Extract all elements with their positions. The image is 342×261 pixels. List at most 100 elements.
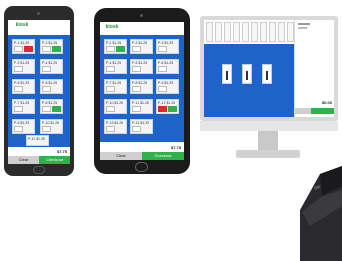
category-card[interactable] [215, 22, 222, 42]
remove-button[interactable] [24, 46, 33, 52]
product-tile[interactable]: P-1 $1.25 [104, 39, 127, 54]
add-button[interactable] [52, 46, 61, 52]
product-tile[interactable]: P-4 $1.25 [104, 59, 127, 74]
phone-home-button [33, 166, 45, 174]
receipt-printer [300, 166, 342, 261]
product-tile[interactable]: P-13 $1.25 [104, 119, 127, 134]
tablet-camera [140, 14, 143, 17]
quantity-box[interactable] [158, 86, 167, 92]
clear-button[interactable] [295, 108, 311, 114]
phone-camera [37, 12, 40, 15]
remove-button[interactable] [158, 106, 167, 112]
add-button[interactable] [52, 106, 61, 112]
product-tile[interactable]: P-9 $1.25 [156, 79, 179, 94]
product-tile[interactable]: P-2 $1.25 [40, 39, 63, 54]
quantity-box[interactable] [14, 66, 23, 72]
quantity-box[interactable] [14, 86, 23, 92]
monitor-base [236, 150, 300, 158]
product-tile[interactable]: P-14 $1.25 [130, 119, 153, 134]
category-card[interactable] [251, 22, 258, 42]
quantity-box[interactable] [42, 66, 51, 72]
brand-logo: kiosk [105, 24, 119, 30]
category-card[interactable] [206, 22, 213, 42]
product-tile[interactable]: P-8 $1.25 [40, 99, 63, 114]
phone-product-grid: P-1 $1.25 P-2 $1.25 P-3 $1.25 P-4 $1.25 … [8, 35, 70, 147]
category-card[interactable] [260, 22, 267, 42]
phone-device: kiosk P-1 $1.25 P-2 $1.25 P-3 $1.25 P-4 … [4, 6, 74, 176]
checkout-button[interactable]: Checkout [142, 152, 184, 160]
category-card[interactable] [278, 22, 285, 42]
tablet-product-grid: P-1 $1.25 P-2 $1.25 P-3 $1.25 P-4 $1.25 … [100, 35, 184, 142]
category-card[interactable] [269, 22, 276, 42]
category-card[interactable] [242, 22, 249, 42]
order-panel-subtitle [298, 27, 307, 29]
product-tile[interactable]: P-5 $1.25 [12, 79, 35, 94]
quantity-box[interactable] [106, 126, 115, 132]
product-tile[interactable]: P-6 $1.25 [40, 79, 63, 94]
quantity-box[interactable] [106, 106, 115, 112]
add-button[interactable] [116, 46, 125, 52]
tablet-screen: kiosk P-1 $1.25 P-2 $1.25 P-3 $1.25 P-4 … [100, 22, 184, 160]
monitor-chin [200, 121, 338, 131]
tablet-home-button [135, 162, 148, 172]
quantity-box[interactable] [42, 106, 51, 112]
monitor-stand [258, 131, 278, 151]
product-tile[interactable] [242, 64, 252, 84]
checkout-button[interactable]: Checkout [39, 156, 70, 164]
quantity-box[interactable] [14, 46, 23, 52]
add-button[interactable] [168, 106, 177, 112]
product-tile[interactable]: P-11 $1.25 [26, 135, 49, 146]
product-tile[interactable] [262, 64, 272, 84]
checkout-button[interactable] [311, 108, 334, 114]
product-tile[interactable]: P-4 $1.25 [40, 59, 63, 74]
quantity-box[interactable] [14, 106, 23, 112]
quantity-box[interactable] [158, 66, 167, 72]
product-tile[interactable]: P-7 $1.25 [12, 99, 35, 114]
quantity-box[interactable] [132, 46, 141, 52]
order-total: $0.00 [321, 100, 332, 105]
product-tile[interactable]: P-10 $1.25 [104, 99, 127, 114]
desktop-monitor: $0.00 [200, 16, 338, 121]
product-tile[interactable]: P-9 $1.25 [12, 119, 35, 134]
clear-button[interactable]: Clear [8, 156, 39, 164]
tablet-header: kiosk [100, 22, 184, 35]
product-tile[interactable]: P-7 $1.25 [104, 79, 127, 94]
quantity-box[interactable] [132, 66, 141, 72]
quantity-box[interactable] [158, 46, 167, 52]
clear-button[interactable]: Clear [100, 152, 142, 160]
quantity-box[interactable] [14, 126, 23, 132]
product-tile[interactable]: P-11 $1.25 [130, 99, 153, 114]
product-tile[interactable]: P-8 $1.25 [130, 79, 153, 94]
quantity-box[interactable] [132, 106, 141, 112]
category-card[interactable] [224, 22, 231, 42]
product-tile[interactable]: P-3 $1.25 [156, 39, 179, 54]
tablet-footer: $7.75 Clear Checkout [100, 142, 184, 160]
quantity-box[interactable] [42, 86, 51, 92]
product-tile[interactable] [222, 64, 232, 84]
phone-footer: $7.75 Clear Checkout [8, 147, 70, 164]
category-strip [204, 20, 294, 42]
category-card[interactable] [287, 22, 294, 42]
product-tile[interactable]: P-3 $1.25 [12, 59, 35, 74]
quantity-box[interactable] [42, 126, 51, 132]
product-tile[interactable]: P-12 $1.25 [156, 99, 179, 114]
quantity-box[interactable] [42, 46, 51, 52]
quantity-box[interactable] [106, 46, 115, 52]
category-card[interactable] [233, 22, 240, 42]
product-tile[interactable]: P-2 $1.25 [130, 39, 153, 54]
phone-header: kiosk [8, 20, 70, 35]
order-total: $7.75 [170, 145, 181, 150]
monitor-screen: $0.00 [204, 20, 334, 117]
product-tile[interactable]: P-10 $1.25 [40, 119, 63, 134]
product-tile[interactable]: P-1 $1.25 [12, 39, 35, 54]
quantity-box[interactable] [132, 86, 141, 92]
brand-logo: kiosk [15, 22, 29, 28]
quantity-box[interactable] [106, 66, 115, 72]
product-tile[interactable]: P-5 $1.25 [130, 59, 153, 74]
product-tile[interactable]: P-6 $1.25 [156, 59, 179, 74]
phone-screen: kiosk P-1 $1.25 P-2 $1.25 P-3 $1.25 P-4 … [8, 20, 70, 164]
quantity-box[interactable] [106, 86, 115, 92]
order-panel-title [298, 23, 310, 25]
quantity-box[interactable] [132, 126, 141, 132]
order-total: $7.75 [56, 149, 67, 154]
